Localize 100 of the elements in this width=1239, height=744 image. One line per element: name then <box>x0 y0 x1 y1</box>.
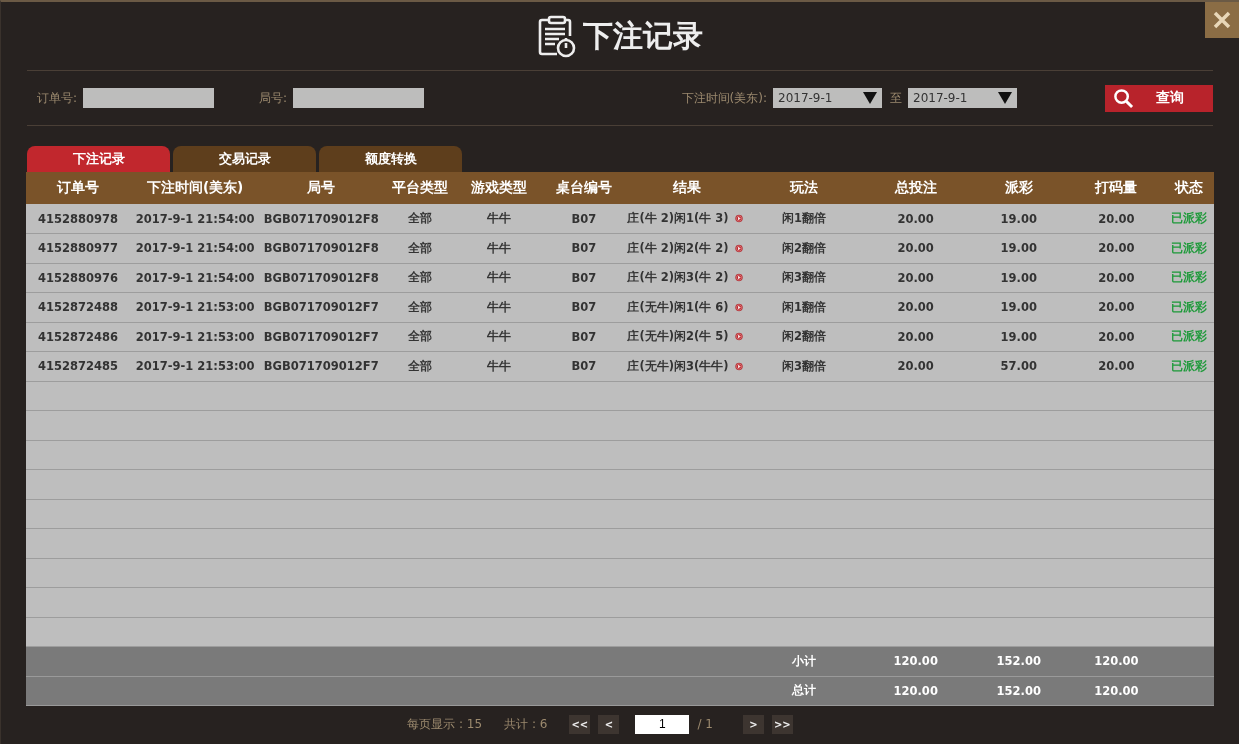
table-cell: BGB071709012F7 <box>260 292 383 322</box>
table-cell: B07 <box>540 292 628 322</box>
order-number-field[interactable] <box>83 88 215 108</box>
table-cell: 闲2翻倍 <box>745 322 863 352</box>
table-cell: 2017-9-1 21:53:00 <box>130 322 261 352</box>
table-cell: 全部 <box>382 204 459 234</box>
table-cell: 20.00 <box>1068 263 1164 293</box>
column-header: 局号 <box>260 172 383 204</box>
record-count-text: 共计 : 6 <box>504 715 548 733</box>
table-cell: 全部 <box>382 322 459 352</box>
tab[interactable]: 额度转换 <box>319 146 462 172</box>
table-cell: 19.00 <box>968 292 1069 322</box>
total-value: 120.00 <box>1068 676 1164 706</box>
table-cell: 闲1翻倍 <box>745 292 863 322</box>
status-text: 已派彩 <box>1163 292 1214 322</box>
table-cell: 20.00 <box>862 204 969 234</box>
status-text: 已派彩 <box>1163 204 1214 234</box>
total-value: 120.00 <box>862 676 969 706</box>
table-cell: BGB071709012F8 <box>260 233 383 263</box>
first-page-button[interactable]: << <box>569 714 591 734</box>
table-cell: 全部 <box>382 263 459 293</box>
next-page-button[interactable]: > <box>742 714 764 734</box>
table-cell: 20.00 <box>1068 233 1164 263</box>
total-label: 小计 <box>745 646 863 676</box>
close-icon <box>1212 10 1232 30</box>
column-header: 状态 <box>1163 172 1214 204</box>
table-cell: 20.00 <box>862 322 969 352</box>
table-cell: 4152880978 <box>26 204 131 234</box>
table-cell: 闲3翻倍 <box>745 263 863 293</box>
table-cell: 2017-9-1 21:54:00 <box>130 233 261 263</box>
table-cell: BGB071709012F8 <box>260 204 383 234</box>
window-title: 下注记录 <box>583 16 703 55</box>
table-cell: 庄(牛 2)闲2(牛 2) <box>627 240 729 256</box>
table-cell: BGB071709012F8 <box>260 263 383 293</box>
table-cell: 庄(无牛)闲3(牛牛) <box>627 358 729 374</box>
page-number-field[interactable]: 1 <box>635 714 690 734</box>
table-cell: 闲1翻倍 <box>745 204 863 234</box>
tab[interactable]: 下注记录 <box>27 146 170 172</box>
total-value: 152.00 <box>968 676 1069 706</box>
table-cell: 全部 <box>382 233 459 263</box>
close-button[interactable] <box>1205 2 1239 38</box>
round-number-field[interactable] <box>293 88 425 108</box>
column-header: 订单号 <box>26 172 131 204</box>
table-cell: 4152872485 <box>26 351 131 381</box>
table-cell: 全部 <box>382 351 459 381</box>
table-cell: 20.00 <box>862 351 969 381</box>
table-cell: 牛牛 <box>458 292 541 322</box>
table-cell: 2017-9-1 21:53:00 <box>130 292 261 322</box>
table-cell: 2017-9-1 21:54:00 <box>130 263 261 293</box>
table-cell: 牛牛 <box>458 263 541 293</box>
table-cell: 2017-9-1 21:54:00 <box>130 204 261 234</box>
range-separator: 至 <box>890 89 902 107</box>
status-text: 已派彩 <box>1163 322 1214 352</box>
table-cell: BGB071709012F7 <box>260 351 383 381</box>
dropdown-arrow-icon <box>998 92 1012 104</box>
table-cell: 庄(无牛)闲1(牛 6) <box>627 299 729 315</box>
table-cell: 19.00 <box>968 322 1069 352</box>
table-cell: 牛牛 <box>458 233 541 263</box>
query-button[interactable]: 查询 <box>1105 84 1213 112</box>
total-value: 120.00 <box>1068 646 1164 676</box>
table-cell: 全部 <box>382 292 459 322</box>
column-header: 桌台编号 <box>540 172 628 204</box>
clipboard-stopwatch-icon <box>537 14 577 58</box>
table-cell: 庄(牛 2)闲1(牛 3) <box>627 211 729 226</box>
tab[interactable]: 交易记录 <box>173 146 316 172</box>
table-cell: B07 <box>540 351 628 381</box>
last-page-button[interactable]: >> <box>771 714 793 734</box>
status-text: 已派彩 <box>1163 233 1214 263</box>
date-to-dropdown[interactable]: 2017-9-1 <box>908 88 1017 108</box>
table-cell: 20.00 <box>1068 204 1164 234</box>
table-cell: B07 <box>540 233 628 263</box>
table-cell: 20.00 <box>862 233 969 263</box>
previous-page-button[interactable]: < <box>598 714 620 734</box>
table-cell: 闲2翻倍 <box>745 233 863 263</box>
table-cell: 牛牛 <box>458 351 541 381</box>
column-header: 结果 <box>627 172 746 204</box>
page-size-text: 每页显示 : 15 <box>407 715 483 733</box>
table-cell: 4152880977 <box>26 233 131 263</box>
table-cell: 庄(牛 2)闲3(牛 2) <box>627 270 729 286</box>
table-cell: 20.00 <box>1068 322 1164 352</box>
date-from-dropdown[interactable]: 2017-9-1 <box>773 88 882 108</box>
table-cell: 57.00 <box>968 351 1069 381</box>
table-cell: 2017-9-1 21:53:00 <box>130 351 261 381</box>
table-cell: 19.00 <box>968 204 1069 234</box>
table-cell: 4152872486 <box>26 322 131 352</box>
total-value: 152.00 <box>968 646 1069 676</box>
table-cell: 牛牛 <box>458 322 541 352</box>
table-cell: 20.00 <box>862 263 969 293</box>
page-total-text: / 1 <box>697 717 713 731</box>
column-header: 游戏类型 <box>458 172 541 204</box>
column-header: 玩法 <box>745 172 863 204</box>
table-cell: BGB071709012F7 <box>260 322 383 352</box>
table-cell: B07 <box>540 263 628 293</box>
order-number-label: 订单号: <box>37 89 78 107</box>
table-cell: 19.00 <box>968 263 1069 293</box>
column-header: 下注时间(美东) <box>130 172 261 204</box>
column-header: 总投注 <box>862 172 969 204</box>
table-cell: 4152872488 <box>26 292 131 322</box>
column-header: 打码量 <box>1068 172 1164 204</box>
table-cell: B07 <box>540 322 628 352</box>
